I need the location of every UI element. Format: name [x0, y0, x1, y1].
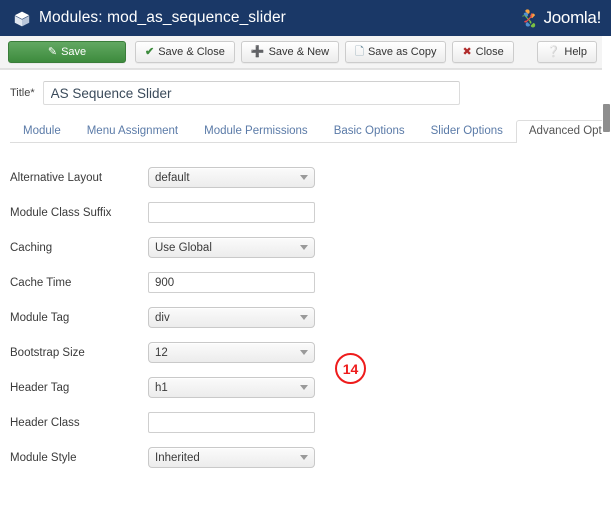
chevron-down-icon — [300, 385, 308, 390]
tab-slider-options[interactable]: Slider Options — [418, 120, 516, 144]
field-row-caching: Caching Use Global — [0, 230, 611, 265]
label-module-tag: Module Tag — [10, 311, 70, 324]
advanced-options-form: Alternative Layout default Module Class … — [0, 160, 611, 475]
tab-menu-assignment[interactable]: Menu Assignment — [74, 120, 191, 144]
label-bootstrap-size: Bootstrap Size — [10, 346, 85, 359]
title-field-label: Title* — [10, 87, 35, 99]
field-row-module-class-suffix: Module Class Suffix — [0, 195, 611, 230]
select-caching[interactable]: Use Global — [148, 237, 315, 258]
input-cache-time[interactable] — [148, 272, 315, 293]
select-bootstrap-size-value: 12 — [155, 346, 168, 359]
page-header: Modules: mod_as_sequence_slider Joomla! — [0, 0, 611, 36]
joomla-logo: Joomla! — [518, 8, 601, 29]
vertical-scrollbar-track[interactable] — [602, 36, 611, 530]
close-button[interactable]: ✖ Close — [452, 41, 514, 63]
label-header-tag: Header Tag — [10, 381, 70, 394]
field-row-alternative-layout: Alternative Layout default — [0, 160, 611, 195]
help-button[interactable]: ❔ Help — [536, 41, 597, 63]
select-caching-value: Use Global — [155, 241, 212, 254]
save-button[interactable]: ✎ Save — [8, 41, 126, 63]
field-row-bootstrap-size: Bootstrap Size 12 — [0, 335, 611, 370]
save-as-copy-button[interactable]: 🗋 Save as Copy — [345, 41, 447, 63]
select-alternative-layout-value: default — [155, 171, 190, 184]
joomla-logo-icon — [518, 8, 539, 29]
joomla-brand-text: Joomla! — [543, 8, 602, 27]
chevron-down-icon — [300, 455, 308, 460]
label-module-class-suffix: Module Class Suffix — [10, 206, 112, 219]
label-cache-time: Cache Time — [10, 276, 72, 289]
plus-icon: ➕ — [250, 45, 265, 58]
title-field-row: Title* — [0, 80, 611, 106]
field-row-module-tag: Module Tag div — [0, 300, 611, 335]
save-as-copy-label: Save as Copy — [367, 45, 437, 58]
help-button-label: Help — [564, 45, 587, 58]
circle-x-icon: ✖ — [462, 45, 472, 58]
check-icon: ✔ — [145, 45, 155, 58]
page-title: Modules: mod_as_sequence_slider — [39, 9, 286, 26]
tab-basic-options[interactable]: Basic Options — [321, 120, 418, 144]
label-module-style: Module Style — [10, 451, 77, 464]
save-and-close-label: Save & Close — [158, 45, 225, 58]
select-alternative-layout[interactable]: default — [148, 167, 315, 188]
vertical-scrollbar-thumb[interactable] — [603, 104, 610, 132]
chevron-down-icon — [300, 315, 308, 320]
chevron-down-icon — [300, 350, 308, 355]
options-tabs: Module Menu Assignment Module Permission… — [10, 118, 611, 144]
save-and-new-button[interactable]: ➕ Save & New — [240, 41, 340, 63]
title-input[interactable] — [42, 81, 460, 105]
save-button-label: Save — [61, 45, 87, 58]
tab-advanced-options[interactable]: Advanced Options — [515, 119, 611, 143]
field-row-cache-time: Cache Time — [0, 265, 611, 300]
select-bootstrap-size[interactable]: 12 — [148, 342, 315, 363]
select-module-tag-value: div — [155, 311, 170, 324]
save-and-new-label: Save & New — [268, 45, 330, 58]
select-module-style-value: Inherited — [155, 451, 200, 464]
field-row-header-tag: Header Tag h1 — [0, 370, 611, 405]
required-marker: * — [30, 87, 35, 99]
select-header-tag[interactable]: h1 — [148, 377, 315, 398]
input-module-class-suffix[interactable] — [148, 202, 315, 223]
chevron-down-icon — [300, 175, 308, 180]
cube-icon — [14, 11, 30, 27]
toolbar-divider — [0, 69, 602, 70]
title-label-text: Title — [10, 87, 31, 99]
toolbar: ✎ Save ✔ Save & Close ➕ Save & New 🗋 Sav… — [0, 36, 611, 69]
field-row-header-class: Header Class — [0, 405, 611, 440]
copy-icon: 🗋 — [355, 45, 364, 58]
label-header-class: Header Class — [10, 416, 80, 429]
label-alternative-layout: Alternative Layout — [10, 171, 103, 184]
tab-module[interactable]: Module — [10, 120, 74, 144]
select-header-tag-value: h1 — [155, 381, 168, 394]
question-circle-icon: ❔ — [546, 45, 561, 58]
chevron-down-icon — [300, 245, 308, 250]
pencil-square-icon: ✎ — [47, 45, 58, 58]
select-module-tag[interactable]: div — [148, 307, 315, 328]
select-module-style[interactable]: Inherited — [148, 447, 315, 468]
close-button-label: Close — [475, 45, 504, 58]
save-and-close-button[interactable]: ✔ Save & Close — [135, 41, 235, 63]
label-caching: Caching — [10, 241, 53, 254]
tab-module-permissions[interactable]: Module Permissions — [191, 120, 321, 144]
input-header-class[interactable] — [148, 412, 315, 433]
annotation-badge: 14 — [335, 353, 366, 384]
field-row-module-style: Module Style Inherited — [0, 440, 611, 475]
